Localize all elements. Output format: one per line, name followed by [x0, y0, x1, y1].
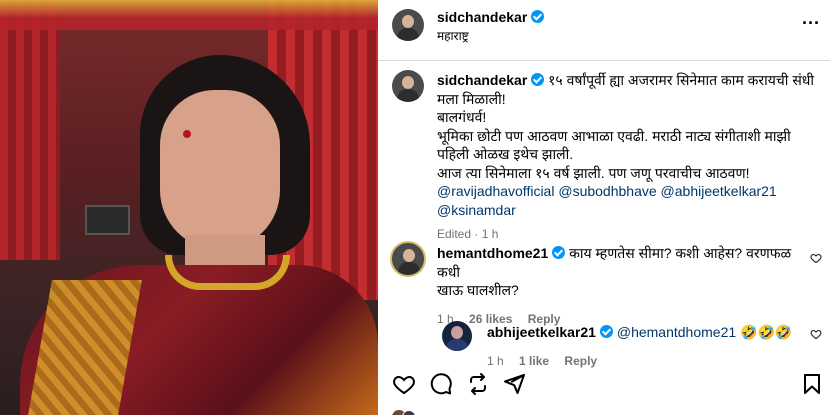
- caption-meta: Edited · 1 h: [437, 227, 499, 241]
- caption-text-4: भूमिका छोटी पण आठवण आभाळा एवढी. मराठी ना…: [437, 127, 791, 144]
- post-image[interactable]: [0, 0, 378, 415]
- repost-icon[interactable]: [466, 372, 490, 396]
- caption-line-1: sidchandekar १५ वर्षांपूर्वी ह्या अजरामर…: [437, 71, 817, 90]
- more-options-icon[interactable]: ···: [802, 14, 820, 32]
- mention-link[interactable]: @hemantdhome21: [617, 324, 736, 340]
- reply-item: abhijeetkelkar21 @hemantdhome21 🤣🤣🤣 1 h …: [487, 323, 807, 370]
- mention-link[interactable]: @abhijeetkelkar21: [661, 183, 777, 199]
- action-bar: [378, 372, 830, 402]
- caption-mentions-line: @ravijadhavofficial @subodhbhave @abhije…: [437, 182, 817, 201]
- reply-username[interactable]: abhijeetkelkar21: [487, 324, 596, 340]
- bindi: [183, 130, 191, 138]
- stage-prop: [85, 205, 130, 235]
- post-side-panel: sidchandekar महाराष्ट्र ··· sidchandekar…: [378, 0, 830, 415]
- edited-label: Edited: [437, 227, 472, 241]
- send-icon[interactable]: [502, 372, 526, 396]
- bookmark-icon[interactable]: [800, 372, 824, 396]
- reply-emojis: 🤣🤣🤣: [740, 324, 793, 340]
- face: [160, 90, 280, 250]
- verified-badge-icon: [599, 325, 613, 338]
- comment-text-2: खाऊ घालशील?: [437, 282, 519, 298]
- author-avatar[interactable]: [392, 9, 424, 41]
- comment-icon[interactable]: [429, 372, 453, 396]
- caption-time[interactable]: 1 h: [482, 227, 499, 241]
- caption-text-6: आज त्या सिनेमाला १५ वर्ष झाली. पण जणू पर…: [437, 164, 750, 181]
- verified-badge-icon: [552, 246, 566, 259]
- comment-username[interactable]: hemantdhome21: [437, 245, 548, 261]
- post-header: sidchandekar महाराष्ट्र ···: [378, 0, 830, 61]
- reply-time: 1 h: [487, 353, 504, 368]
- commenter-avatar[interactable]: [390, 241, 426, 277]
- caption-text-2: मला मिळाली!: [437, 90, 506, 107]
- reply-button[interactable]: Reply: [564, 354, 597, 368]
- reply-like-heart-icon[interactable]: [810, 328, 822, 340]
- author-row: sidchandekar: [437, 9, 545, 25]
- caption: sidchandekar १५ वर्षांपूर्वी ह्या अजरामर…: [437, 71, 817, 244]
- caption-author-avatar[interactable]: [392, 70, 424, 102]
- mention-link[interactable]: @subodhbhave: [558, 183, 656, 199]
- caption-text-1: १५ वर्षांपूर्वी ह्या अजरामर सिनेमात काम …: [548, 72, 815, 88]
- verified-badge-icon: [531, 10, 545, 23]
- curtain-top: [0, 0, 378, 30]
- heart-icon[interactable]: [392, 372, 416, 396]
- curtain-left: [0, 0, 60, 260]
- caption-mentions-line-2: @ksinamdar: [437, 201, 817, 220]
- caption-text-3: बालगंधर्व!: [437, 109, 487, 125]
- comment-item: hemantdhome21 काय म्हणतेस सीमा? कशी आहेस…: [437, 244, 807, 328]
- necklace: [165, 255, 290, 290]
- liker-avatar[interactable]: [402, 410, 416, 415]
- reply-avatar[interactable]: [442, 321, 472, 351]
- author-username[interactable]: sidchandekar: [437, 9, 527, 25]
- caption-username[interactable]: sidchandekar: [437, 72, 527, 88]
- caption-text-5: पहिली ओळख इथेच झाली.: [437, 146, 574, 162]
- reply-meta: 1 h 1 like Reply: [487, 352, 807, 371]
- comment-like-heart-icon[interactable]: [810, 252, 822, 264]
- reply-likes[interactable]: 1 like: [519, 354, 549, 368]
- mention-link[interactable]: @ravijadhavofficial: [437, 183, 554, 199]
- mention-link[interactable]: @ksinamdar: [437, 202, 516, 218]
- post-location[interactable]: महाराष्ट्र: [437, 27, 469, 44]
- verified-badge-icon: [531, 73, 545, 86]
